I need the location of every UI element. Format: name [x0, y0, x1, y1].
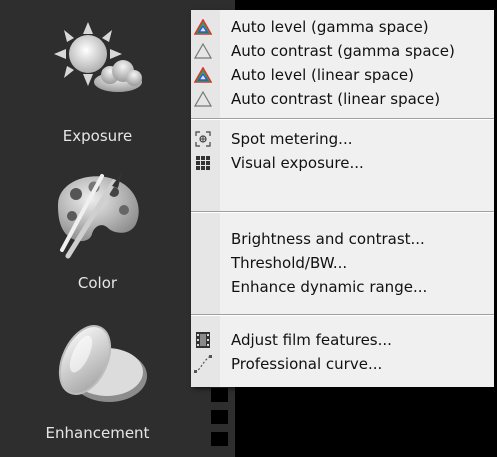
gray-triangle-icon	[194, 90, 212, 108]
grid-icon	[194, 154, 212, 172]
sidebar-label-enhancement[interactable]: Enhancement	[0, 424, 195, 442]
menu-item-label: Auto level (linear space)	[231, 66, 414, 84]
film-hole	[211, 388, 228, 402]
menu-item-auto-contrast-gamma[interactable]: Auto contrast (gamma space)	[191, 39, 494, 63]
menu-item-brightness-contrast[interactable]: Brightness and contrast...	[191, 227, 494, 251]
spot-metering-icon	[194, 130, 212, 148]
menu-item-auto-contrast-linear[interactable]: Auto contrast (linear space)	[191, 87, 494, 111]
sidebar-label-color[interactable]: Color	[0, 274, 195, 292]
menu-item-label: Brightness and contrast...	[231, 230, 425, 248]
menu-item-label: Auto contrast (linear space)	[231, 90, 441, 108]
menu-item-label: Adjust film features...	[231, 331, 392, 349]
curve-icon	[194, 355, 212, 373]
menu-separator	[191, 314, 494, 316]
sidebar-label-exposure[interactable]: Exposure	[0, 127, 195, 145]
menu-item-label: Professional curve...	[231, 355, 383, 373]
gray-triangle-icon	[194, 42, 212, 60]
rgb-triangle-icon	[194, 66, 212, 84]
lens-icon[interactable]	[45, 318, 155, 408]
menu-item-auto-level-linear[interactable]: Auto level (linear space)	[191, 63, 494, 87]
menu-item-label: Auto level (gamma space)	[231, 18, 429, 36]
menu-item-threshold-bw[interactable]: Threshold/BW...	[191, 251, 494, 275]
film-icon	[194, 331, 212, 349]
context-menu: Auto level (gamma space) Auto contrast (…	[191, 10, 494, 387]
sidebar: Exposure Color Enhancement	[0, 0, 205, 457]
film-hole	[211, 410, 228, 424]
menu-item-label: Visual exposure...	[231, 154, 364, 172]
menu-item-label: Threshold/BW...	[231, 254, 348, 272]
menu-item-auto-level-gamma[interactable]: Auto level (gamma space)	[191, 15, 494, 39]
menu-item-adjust-film-features[interactable]: Adjust film features...	[191, 328, 494, 352]
menu-item-enhance-dynamic-range[interactable]: Enhance dynamic range...	[191, 275, 494, 299]
palette-icon[interactable]	[48, 170, 148, 260]
menu-item-label: Auto contrast (gamma space)	[231, 42, 455, 60]
menu-item-professional-curve[interactable]: Professional curve...	[191, 352, 494, 376]
menu-item-label: Spot metering...	[231, 130, 353, 148]
rgb-triangle-icon	[194, 18, 212, 36]
menu-separator	[191, 211, 494, 213]
menu-item-spot-metering[interactable]: Spot metering...	[191, 127, 494, 151]
sun-cloud-icon[interactable]	[48, 20, 148, 100]
film-hole	[211, 432, 228, 446]
menu-item-label: Enhance dynamic range...	[231, 278, 428, 296]
menu-separator	[191, 118, 494, 120]
menu-item-visual-exposure[interactable]: Visual exposure...	[191, 151, 494, 175]
